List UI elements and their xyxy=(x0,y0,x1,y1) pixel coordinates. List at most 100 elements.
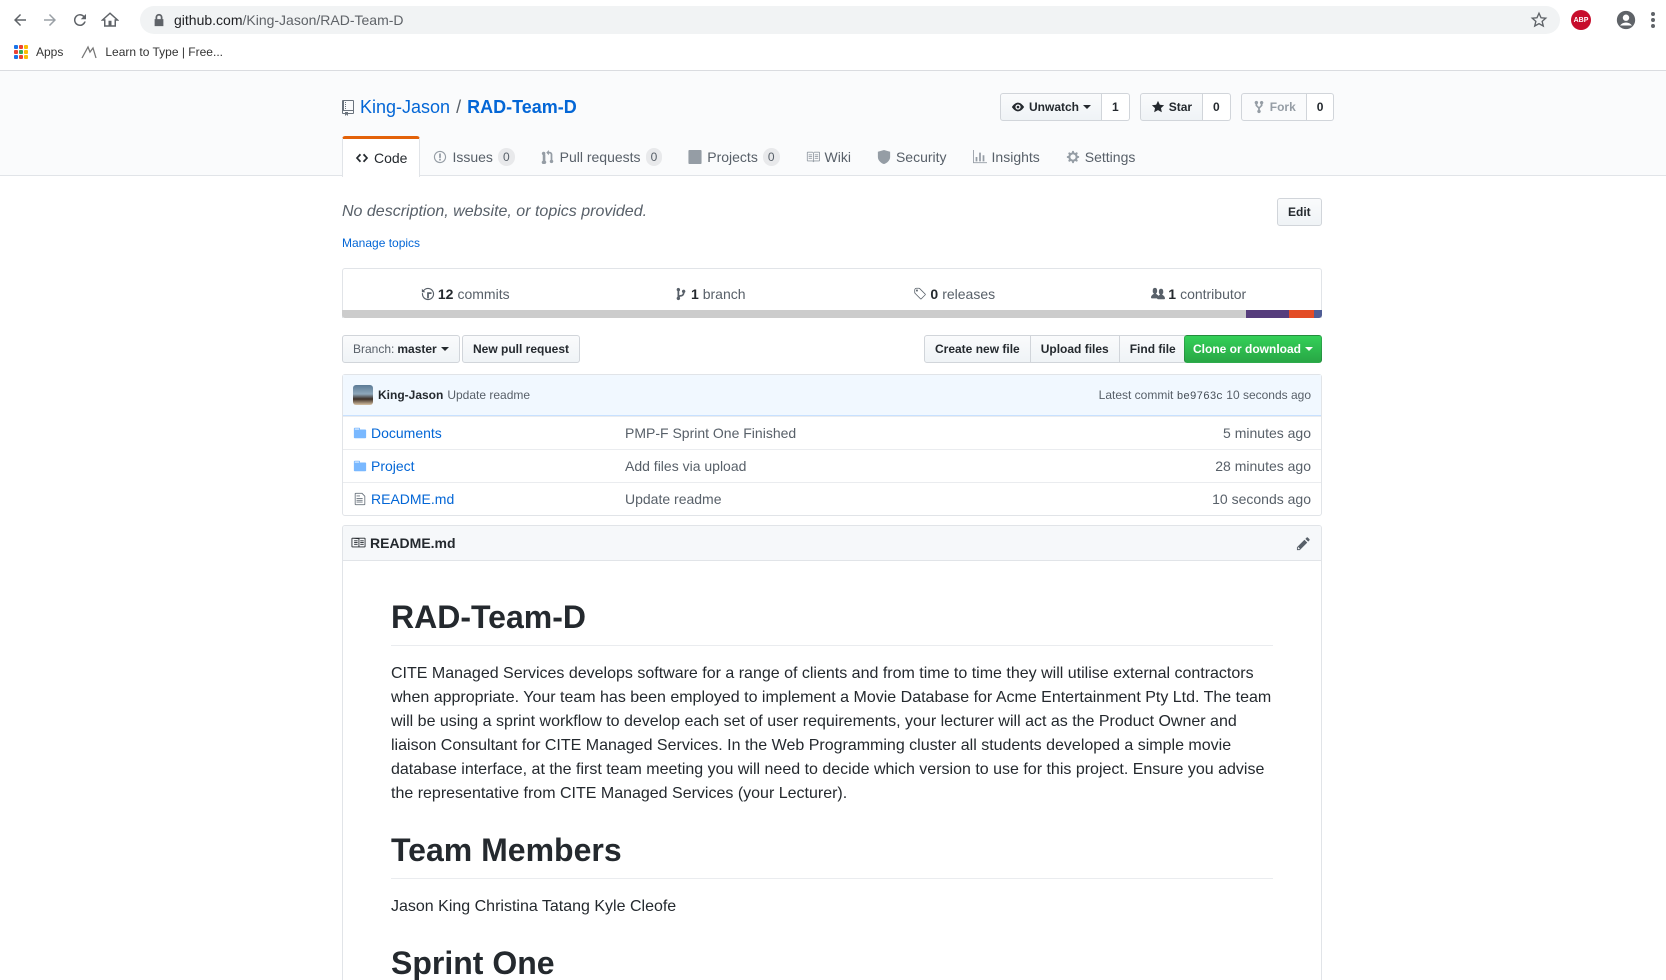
history-icon xyxy=(421,287,435,300)
unwatch-button[interactable]: Unwatch xyxy=(1000,93,1103,121)
bookmark-learn-to-type[interactable]: Learn to Type | Free... xyxy=(81,45,223,59)
watch-count[interactable]: 1 xyxy=(1102,93,1130,121)
caret-down-icon xyxy=(1305,347,1313,351)
apps-grid-icon xyxy=(14,45,28,59)
releases-label: releases xyxy=(942,285,996,302)
url-host: github.com xyxy=(174,12,243,28)
fork-count[interactable]: 0 xyxy=(1306,93,1335,121)
file-name-link[interactable]: Documents xyxy=(371,425,442,441)
url-path: /King-Jason/RAD-Team-D xyxy=(242,12,404,28)
people-icon xyxy=(1151,287,1166,299)
clone-or-download-button[interactable]: Clone or download xyxy=(1184,335,1322,363)
home-icon[interactable] xyxy=(99,9,121,31)
file-name-link[interactable]: README.md xyxy=(371,491,454,507)
commit-sha[interactable]: be9763c xyxy=(1177,391,1223,403)
repo-owner-link[interactable]: King-Jason xyxy=(360,97,450,118)
fork-group: Fork 0 xyxy=(1240,93,1335,121)
readme-content: RAD-Team-D CITE Managed Services develop… xyxy=(343,561,1321,980)
latest-commit: Latest commit be9763c 10 seconds ago xyxy=(1099,388,1311,403)
branch-name: master xyxy=(397,342,437,356)
file-commit-message[interactable]: Update readme xyxy=(625,491,722,507)
file-commit-message[interactable]: Add files via upload xyxy=(625,458,746,474)
project-icon xyxy=(688,149,702,164)
language-segment[interactable] xyxy=(1289,310,1314,318)
tab-pull-requests[interactable]: Pull requests 0 xyxy=(528,136,676,176)
branch-count: 1 xyxy=(690,285,699,302)
tab-label: Pull requests xyxy=(559,148,641,165)
folder-icon xyxy=(353,460,367,472)
readme-header: README.md xyxy=(343,526,1321,561)
more-vert-icon[interactable] xyxy=(1648,9,1658,31)
unwatch-label: Unwatch xyxy=(1029,100,1080,114)
repo-nav: Code Issues 0 Pull requests 0 Projects 0… xyxy=(342,136,1149,177)
create-new-file-button[interactable]: Create new file xyxy=(924,335,1031,363)
commit-message[interactable]: Update readme xyxy=(447,388,530,402)
adblock-plus-icon[interactable]: ABP xyxy=(1571,10,1591,30)
star-button[interactable]: Star xyxy=(1139,93,1204,121)
releases-count: 0 xyxy=(930,285,939,302)
profile-icon[interactable] xyxy=(1615,9,1637,31)
repo-name-link[interactable]: RAD-Team-D xyxy=(467,97,577,118)
book-icon xyxy=(351,537,366,548)
fork-button[interactable]: Fork xyxy=(1240,93,1307,121)
new-pull-request-button[interactable]: New pull request xyxy=(462,335,581,363)
file-navigation: Branch: master New pull request Create ne… xyxy=(342,335,1322,365)
reload-icon[interactable] xyxy=(69,9,91,31)
watch-group: Unwatch 1 xyxy=(1000,93,1130,121)
repo-separator: / xyxy=(456,97,462,117)
table-row[interactable]: Documents PMP-F Sprint One Finished 5 mi… xyxy=(343,416,1321,449)
branch-select-button[interactable]: Branch: master xyxy=(342,335,460,363)
file-age: 28 minutes ago xyxy=(1215,458,1311,474)
language-bar[interactable] xyxy=(342,310,1322,318)
tag-icon xyxy=(914,287,927,299)
tab-code[interactable]: Code xyxy=(342,136,421,177)
repo-actions: Unwatch 1 Star 0 Fork 0 xyxy=(1000,93,1335,121)
language-segment[interactable] xyxy=(1314,310,1322,318)
back-arrow-icon[interactable] xyxy=(9,9,31,31)
tab-label: Settings xyxy=(1084,148,1136,165)
tab-issues[interactable]: Issues 0 xyxy=(420,136,527,176)
edit-description-button[interactable]: Edit xyxy=(1277,198,1322,226)
pull-requests-counter: 0 xyxy=(645,147,663,166)
file-age: 10 seconds ago xyxy=(1212,491,1311,507)
tab-label: Wiki xyxy=(824,148,851,165)
branch-label: branch xyxy=(702,285,746,302)
tab-projects[interactable]: Projects 0 xyxy=(675,136,792,176)
tab-label: Security xyxy=(895,148,947,165)
table-row[interactable]: Project Add files via upload 28 minutes … xyxy=(343,449,1321,482)
file-commit-message[interactable]: PMP-F Sprint One Finished xyxy=(625,425,796,441)
branch-prefix: Branch: xyxy=(353,342,395,356)
pencil-icon[interactable] xyxy=(1296,536,1311,551)
latest-commit-label: Latest commit xyxy=(1098,388,1174,402)
bookmark-star-icon[interactable] xyxy=(1530,11,1548,29)
tab-security[interactable]: Security xyxy=(864,136,960,176)
star-icon xyxy=(1151,100,1164,113)
tab-wiki[interactable]: Wiki xyxy=(793,136,864,176)
graph-icon xyxy=(972,149,987,163)
file-age: 5 minutes ago xyxy=(1223,425,1311,441)
star-group: Star 0 xyxy=(1139,93,1231,121)
avatar[interactable] xyxy=(353,385,373,405)
readme-intro: CITE Managed Services develops software … xyxy=(391,665,1272,802)
pull-request-icon xyxy=(541,149,553,164)
upload-files-button[interactable]: Upload files xyxy=(1029,335,1120,363)
table-row[interactable]: README.md Update readme 10 seconds ago xyxy=(343,482,1321,515)
address-bar[interactable]: github.com/King-Jason/RAD-Team-D xyxy=(140,6,1560,34)
bookmark-apps[interactable]: Apps xyxy=(14,45,63,59)
forward-arrow-icon[interactable] xyxy=(39,9,61,31)
language-segment[interactable] xyxy=(1246,310,1290,318)
eye-icon xyxy=(1011,102,1025,112)
file-name-link[interactable]: Project xyxy=(371,458,415,474)
repo-header: King-Jason / RAD-Team-D Unwatch 1 Star 0… xyxy=(0,71,1666,177)
commit-author[interactable]: King-Jason xyxy=(378,388,443,402)
tab-settings[interactable]: Settings xyxy=(1053,136,1149,176)
bookmarks-bar: Apps Learn to Type | Free... xyxy=(0,40,223,64)
book-icon xyxy=(806,151,820,162)
readme-filename: README.md xyxy=(370,535,456,551)
manage-topics-link[interactable]: Manage topics xyxy=(342,236,420,250)
language-segment[interactable] xyxy=(342,310,1247,318)
star-count[interactable]: 0 xyxy=(1203,93,1231,121)
tab-insights[interactable]: Insights xyxy=(960,136,1053,176)
caret-down-icon xyxy=(440,347,449,351)
find-file-button[interactable]: Find file xyxy=(1118,335,1187,363)
